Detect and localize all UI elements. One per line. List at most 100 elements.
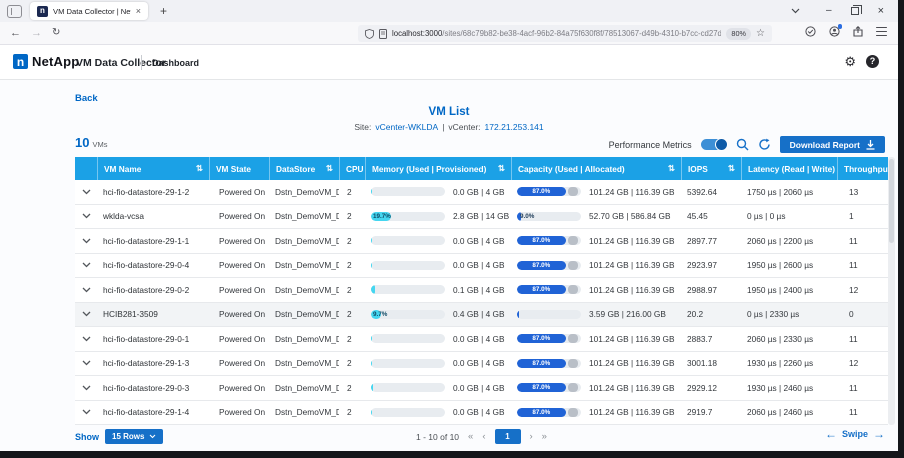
window-restore-button[interactable] <box>851 7 859 15</box>
firefox-view-icon[interactable] <box>7 5 22 18</box>
sort-icon[interactable]: ⇅ <box>664 163 675 174</box>
zoom-level-badge[interactable]: 80% <box>726 28 751 40</box>
scrollbar-thumb[interactable] <box>889 159 894 243</box>
table-row[interactable]: hci-fio-datastore-29-0-4 Powered On Dstn… <box>75 254 888 279</box>
download-report-button[interactable]: Download Report <box>780 136 885 153</box>
memory-value: 2.8 GB | 14 GB <box>453 211 509 221</box>
list-tabs-chevron-icon[interactable] <box>791 8 800 14</box>
latency-cell: 2060 µs | 2200 µs <box>741 236 837 246</box>
capacity-cell: 3.59 GB | 216.00 GB <box>511 309 681 319</box>
chevron-down-icon[interactable] <box>82 336 91 342</box>
tab-close-icon[interactable]: × <box>136 7 141 16</box>
sort-icon[interactable]: ⇅ <box>835 163 837 174</box>
browser-reload-button[interactable]: ↻ <box>52 27 60 39</box>
help-icon[interactable]: ? <box>866 55 879 68</box>
page-info-icon[interactable] <box>379 29 387 39</box>
cpu-cell: 2 <box>339 187 365 197</box>
latency-cell: 1750 µs | 2060 µs <box>741 187 837 197</box>
swipe-left-icon[interactable]: ← <box>825 428 837 440</box>
table-row[interactable]: hci-fio-datastore-29-1-4 Powered On Dstn… <box>75 401 888 426</box>
next-page-button[interactable]: › <box>530 431 533 442</box>
vcenter-value[interactable]: 172.21.253.141 <box>485 122 544 132</box>
cpu-cell: 2 <box>339 260 365 270</box>
column-header[interactable]: VM Name⇅ <box>97 157 209 180</box>
swipe-right-icon[interactable]: → <box>873 428 885 440</box>
column-header[interactable]: DataStore⇅ <box>269 157 339 180</box>
nav-item-dashboard[interactable]: Dashboard <box>152 58 199 68</box>
table-row[interactable]: hci-fio-datastore-29-0-2 Powered On Dstn… <box>75 278 888 303</box>
settings-gear-icon[interactable]: ⚙ <box>844 55 856 68</box>
url-field[interactable]: localhost:3000/sites/68c79b82-be38-4acf-… <box>358 25 772 42</box>
sort-icon[interactable]: ⇅ <box>724 163 735 174</box>
memory-bar-fill <box>371 408 372 417</box>
datastore-cell: Dstn_DemoVM_DS01 <box>269 334 339 344</box>
browser-forward-button[interactable]: → <box>31 27 42 39</box>
column-header[interactable]: IOPS⇅ <box>681 157 741 180</box>
chevron-down-icon[interactable] <box>82 189 91 195</box>
datastore-cell: Dstn_DemoVM_DS01 <box>269 187 339 197</box>
window-close-button[interactable]: × <box>878 6 884 17</box>
chevron-down-icon[interactable] <box>82 385 91 391</box>
memory-cell: 0.1 GB | 4 GB <box>365 285 511 295</box>
permissions-icon[interactable] <box>805 26 816 37</box>
sort-icon[interactable]: ⇅ <box>364 163 365 174</box>
column-header[interactable]: Latency (Read | Write)⇅ <box>741 157 837 180</box>
table-row[interactable]: hci-fio-datastore-29-0-3 Powered On Dstn… <box>75 376 888 401</box>
vm-name-cell: hci-fio-datastore-29-1-3 <box>97 358 209 368</box>
current-page-button[interactable]: 1 <box>495 429 521 444</box>
back-link[interactable]: Back <box>75 93 98 104</box>
browser-tab-bar: n VM Data Collector | NetApp × + – × <box>0 0 898 22</box>
table-row[interactable]: wklda-vcsa Powered On Dstn_DemoVM_DS01 2… <box>75 205 888 230</box>
window-minimize-button[interactable]: – <box>826 6 832 16</box>
capacity-bar-marker <box>568 285 578 294</box>
performance-metrics-toggle[interactable] <box>701 139 727 150</box>
extensions-icon[interactable] <box>853 26 863 37</box>
chevron-down-icon[interactable] <box>82 409 91 415</box>
chevron-down-icon[interactable] <box>82 287 91 293</box>
sort-icon[interactable]: ⇅ <box>322 163 333 174</box>
latency-cell: 0 µs | 0 µs <box>741 211 837 221</box>
account-icon[interactable] <box>829 26 840 37</box>
memory-bar <box>371 236 445 245</box>
bookmark-star-icon[interactable]: ☆ <box>756 29 765 39</box>
chevron-down-icon[interactable] <box>82 311 91 317</box>
shield-icon[interactable] <box>365 29 374 39</box>
memory-bar <box>371 187 445 196</box>
capacity-value: 3.59 GB | 216.00 GB <box>589 309 666 319</box>
chevron-down-icon[interactable] <box>82 213 91 219</box>
table-scrollbar[interactable] <box>888 157 895 425</box>
column-header[interactable]: Memory (Used | Provisioned)⇅ <box>365 157 511 180</box>
column-header[interactable]: Capacity (Used | Allocated)⇅ <box>511 157 681 180</box>
swipe-control[interactable]: ← Swipe → <box>825 428 885 440</box>
vm-name-cell: hci-fio-datastore-29-0-3 <box>97 383 209 393</box>
site-value[interactable]: vCenter-WKLDA <box>375 122 438 132</box>
table-row[interactable]: hci-fio-datastore-29-1-3 Powered On Dstn… <box>75 352 888 377</box>
column-header <box>75 157 97 180</box>
capacity-bar-label: 87.0% <box>517 236 566 245</box>
previous-page-button[interactable]: ‹ <box>482 431 485 442</box>
first-page-button[interactable]: « <box>468 431 473 442</box>
chevron-down-icon[interactable] <box>82 238 91 244</box>
capacity-cell: 87.0% 101.24 GB | 116.39 GB <box>511 260 681 270</box>
new-tab-button[interactable]: + <box>160 5 167 17</box>
browser-back-button[interactable]: ← <box>10 27 21 39</box>
browser-tab[interactable]: n VM Data Collector | NetApp × <box>30 2 148 20</box>
vm-state-cell: Powered On <box>209 334 269 344</box>
table-row[interactable]: HCIB281-3509 Powered On Dstn_DemoVM_DS01… <box>75 303 888 328</box>
menu-icon[interactable] <box>876 27 887 36</box>
search-icon[interactable] <box>736 138 749 151</box>
chevron-down-icon[interactable] <box>82 360 91 366</box>
url-text[interactable]: localhost:3000/sites/68c79b82-be38-4acf-… <box>392 29 721 38</box>
table-row[interactable]: hci-fio-datastore-29-1-2 Powered On Dstn… <box>75 180 888 205</box>
table-row[interactable]: hci-fio-datastore-29-1-1 Powered On Dstn… <box>75 229 888 254</box>
column-header[interactable]: CPU⇅ <box>339 157 365 180</box>
vm-state-cell: Powered On <box>209 407 269 417</box>
sort-icon[interactable]: ⇅ <box>192 163 203 174</box>
latency-cell: 1930 µs | 2260 µs <box>741 358 837 368</box>
chevron-down-icon[interactable] <box>82 262 91 268</box>
sort-icon[interactable]: ⇅ <box>494 163 505 174</box>
refresh-icon[interactable] <box>758 138 771 151</box>
last-page-button[interactable]: » <box>542 431 547 442</box>
table-row[interactable]: hci-fio-datastore-29-0-1 Powered On Dstn… <box>75 327 888 352</box>
netapp-logo[interactable]: n NetApp <box>13 54 79 69</box>
